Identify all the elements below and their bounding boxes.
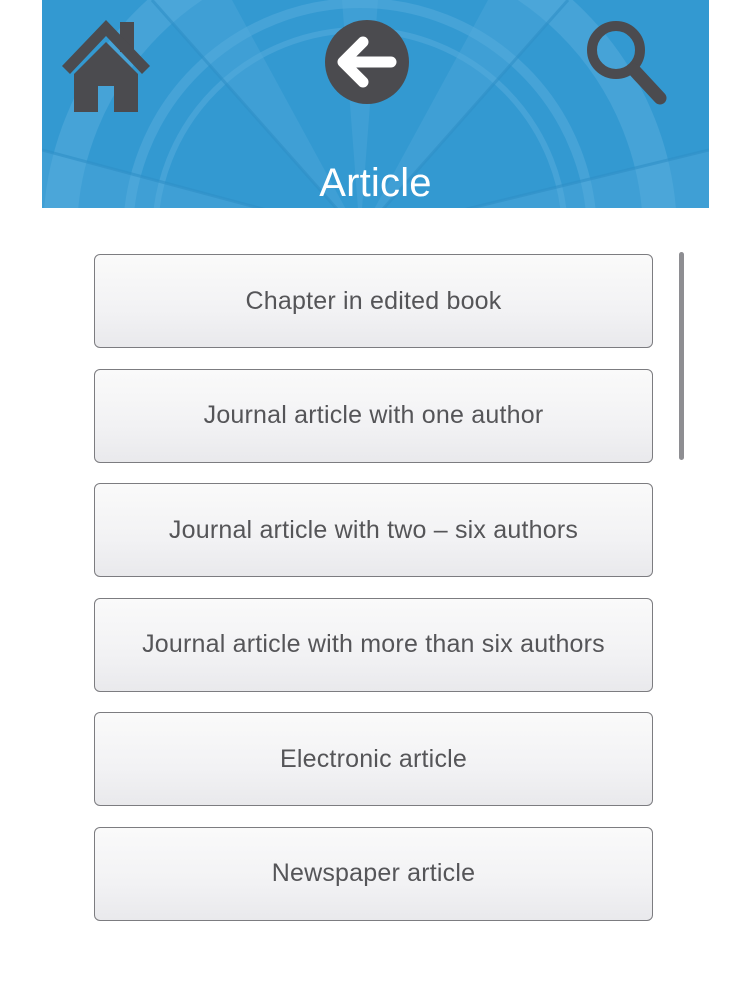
list-item-chapter-in-edited-book[interactable]: Chapter in edited book [94, 254, 653, 348]
list-item-label: Electronic article [280, 744, 467, 773]
list-item-label: Journal article with one author [203, 401, 544, 429]
list-item-label: Journal article with two – six authors [168, 515, 579, 544]
list-item-journal-article-one-author[interactable]: Journal article with one author [94, 368, 653, 463]
list-item-label: Journal article with more than six autho… [142, 630, 605, 658]
citation-type-list: Chapter in edited book Journal article w… [94, 254, 653, 941]
scrollbar[interactable] [679, 252, 684, 460]
home-icon [62, 20, 150, 112]
screen: Article Chapter in edited book Journal a… [0, 0, 750, 1000]
home-button[interactable] [60, 16, 152, 116]
page-title: Article [319, 161, 432, 205]
list-item-label: Newspaper article [271, 859, 476, 887]
list-item-journal-article-two-six-authors[interactable]: Journal article with two – six authors [94, 483, 653, 577]
search-button[interactable] [580, 16, 672, 108]
header-bar: Article [42, 0, 709, 208]
list-item-label: Chapter in edited book [245, 286, 502, 315]
back-button[interactable] [325, 20, 409, 104]
list-item-electronic-article[interactable]: Electronic article [94, 712, 653, 806]
back-arrow-icon [337, 36, 397, 88]
search-icon [587, 21, 667, 105]
list-item-journal-article-more-than-six-authors[interactable]: Journal article with more than six autho… [94, 597, 653, 692]
list-item-newspaper-article[interactable]: Newspaper article [94, 826, 653, 921]
